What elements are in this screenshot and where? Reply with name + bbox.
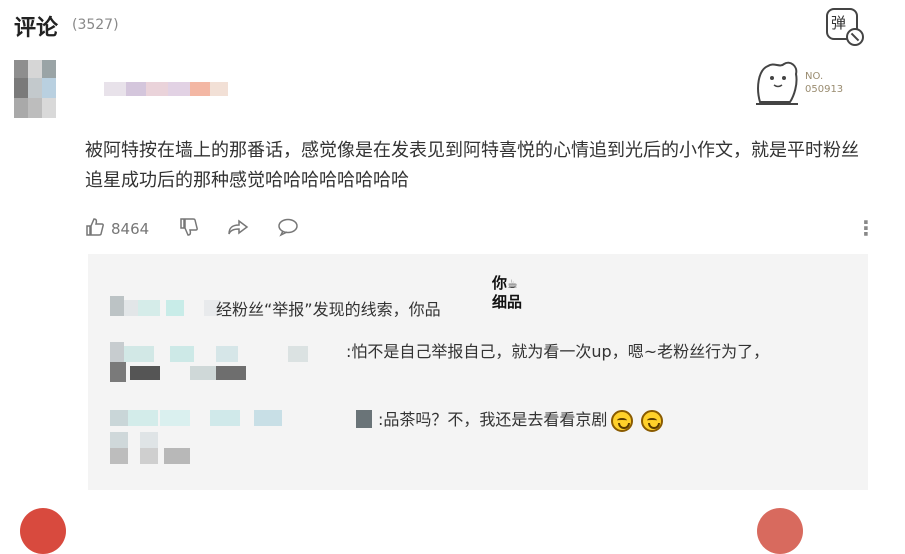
thumb-up-icon[interactable] xyxy=(85,217,105,242)
comment-text: 被阿特按在墙上的那番话，感觉像是在发表见到阿特喜悦的心情追到光后的小作文，就是平… xyxy=(85,140,859,191)
reply-username-blurred[interactable] xyxy=(110,342,340,384)
avatar[interactable] xyxy=(14,60,66,120)
more-icon[interactable]: ⋮ xyxy=(856,216,876,240)
danmu-toggle-icon[interactable]: 弹 xyxy=(826,8,864,46)
reply-username-blurred[interactable] xyxy=(110,406,380,466)
reply-text: :怕不是自己举报自己，就为看一次up，嗯~老粉丝行为了， xyxy=(346,342,770,361)
comments-count: (3527) xyxy=(72,17,119,33)
like-count: 8464 xyxy=(111,220,150,238)
grin-emoji-icon xyxy=(611,409,634,432)
sticker-you-pin: 你☕ 细品 xyxy=(492,274,523,311)
comments-title: 评论 xyxy=(14,16,59,41)
reply-text: 经粉丝“举报”发现的线索，你品 xyxy=(216,300,441,319)
replies-container: 经粉丝“举报”发现的线索，你品 :怕不是自己举报自己，就为看一次up，嗯~老粉丝… xyxy=(88,254,868,490)
next-comment-avatar[interactable] xyxy=(20,508,66,554)
fan-badge-number: NO. 050913 xyxy=(805,71,844,95)
reply-text-content: :品茶吗？不，我还是去看看京剧 xyxy=(378,410,608,429)
share-icon[interactable] xyxy=(227,217,249,242)
username-blurred[interactable] xyxy=(104,80,244,100)
comment-actions: 8464 xyxy=(85,214,305,244)
reply-text: :品茶吗？不，我还是去看看京剧 xyxy=(378,406,664,432)
next-comment-badge-icon xyxy=(757,508,803,554)
reply-username-blurred[interactable] xyxy=(110,296,220,318)
reply-icon[interactable] xyxy=(277,217,299,242)
thumb-down-icon[interactable] xyxy=(179,217,199,242)
grin-emoji-icon xyxy=(641,409,664,432)
